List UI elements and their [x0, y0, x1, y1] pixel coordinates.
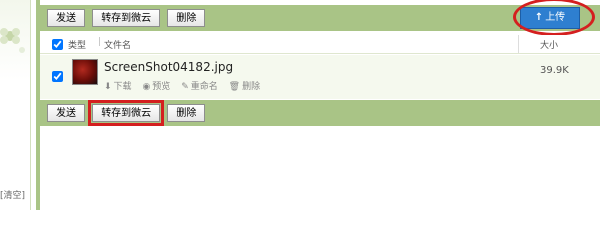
eye-icon: ◉: [142, 82, 151, 92]
file-thumbnail[interactable]: [72, 59, 98, 85]
save-to-weiyun-button[interactable]: 转存到微云: [92, 9, 161, 27]
row-checkbox[interactable]: [52, 71, 63, 82]
top-toolbar: 发送 转存到微云 删除: [40, 5, 600, 31]
clear-link[interactable]: [清空]: [0, 188, 30, 201]
column-name-header: 文件名: [104, 41, 132, 51]
file-size: 39.9K: [540, 65, 569, 76]
row-actions: ⬇ 下载 ◉ 预览 ✎ 重命名 🗑 删除: [104, 79, 268, 92]
select-all-checkbox[interactable]: [52, 39, 63, 50]
file-name[interactable]: ScreenShot04182.jpg: [104, 60, 233, 74]
upload-button[interactable]: ↑ 上传: [520, 7, 580, 29]
upload-arrow-icon: ↑: [534, 12, 544, 23]
column-size-header: 大小: [540, 41, 559, 51]
save-to-weiyun-button[interactable]: 转存到微云: [88, 100, 165, 126]
pencil-icon: ✎: [181, 82, 189, 92]
column-type-header: 类型: [68, 41, 87, 51]
download-icon: ⬇: [104, 82, 112, 92]
header-divider-line: [40, 53, 600, 54]
table-row[interactable]: ScreenShot04182.jpg 39.9K ⬇ 下载 ◉ 预览 ✎ 重命名 🗑…: [40, 55, 600, 99]
delete-action[interactable]: 🗑 删除: [229, 82, 260, 92]
delete-button[interactable]: 删除: [167, 9, 206, 27]
left-panel: [清空]: [0, 0, 31, 210]
download-action[interactable]: ⬇ 下载: [104, 82, 132, 92]
rename-action[interactable]: ✎ 重命名: [181, 82, 218, 92]
delete-button[interactable]: 删除: [167, 104, 206, 122]
upload-label: 上传: [545, 12, 566, 23]
send-button[interactable]: 发送: [47, 104, 85, 122]
trash-icon: 🗑: [228, 82, 241, 92]
floral-decoration: [0, 0, 30, 80]
send-button[interactable]: 发送: [47, 9, 85, 27]
header-divider: [518, 35, 519, 53]
flower-icon: [0, 28, 25, 53]
bottom-toolbar: 发送 转存到微云 删除: [40, 100, 600, 126]
preview-action[interactable]: ◉ 预览: [142, 82, 170, 92]
table-header: 类型 | 文件名 大小: [40, 35, 600, 53]
header-divider: |: [98, 37, 102, 47]
